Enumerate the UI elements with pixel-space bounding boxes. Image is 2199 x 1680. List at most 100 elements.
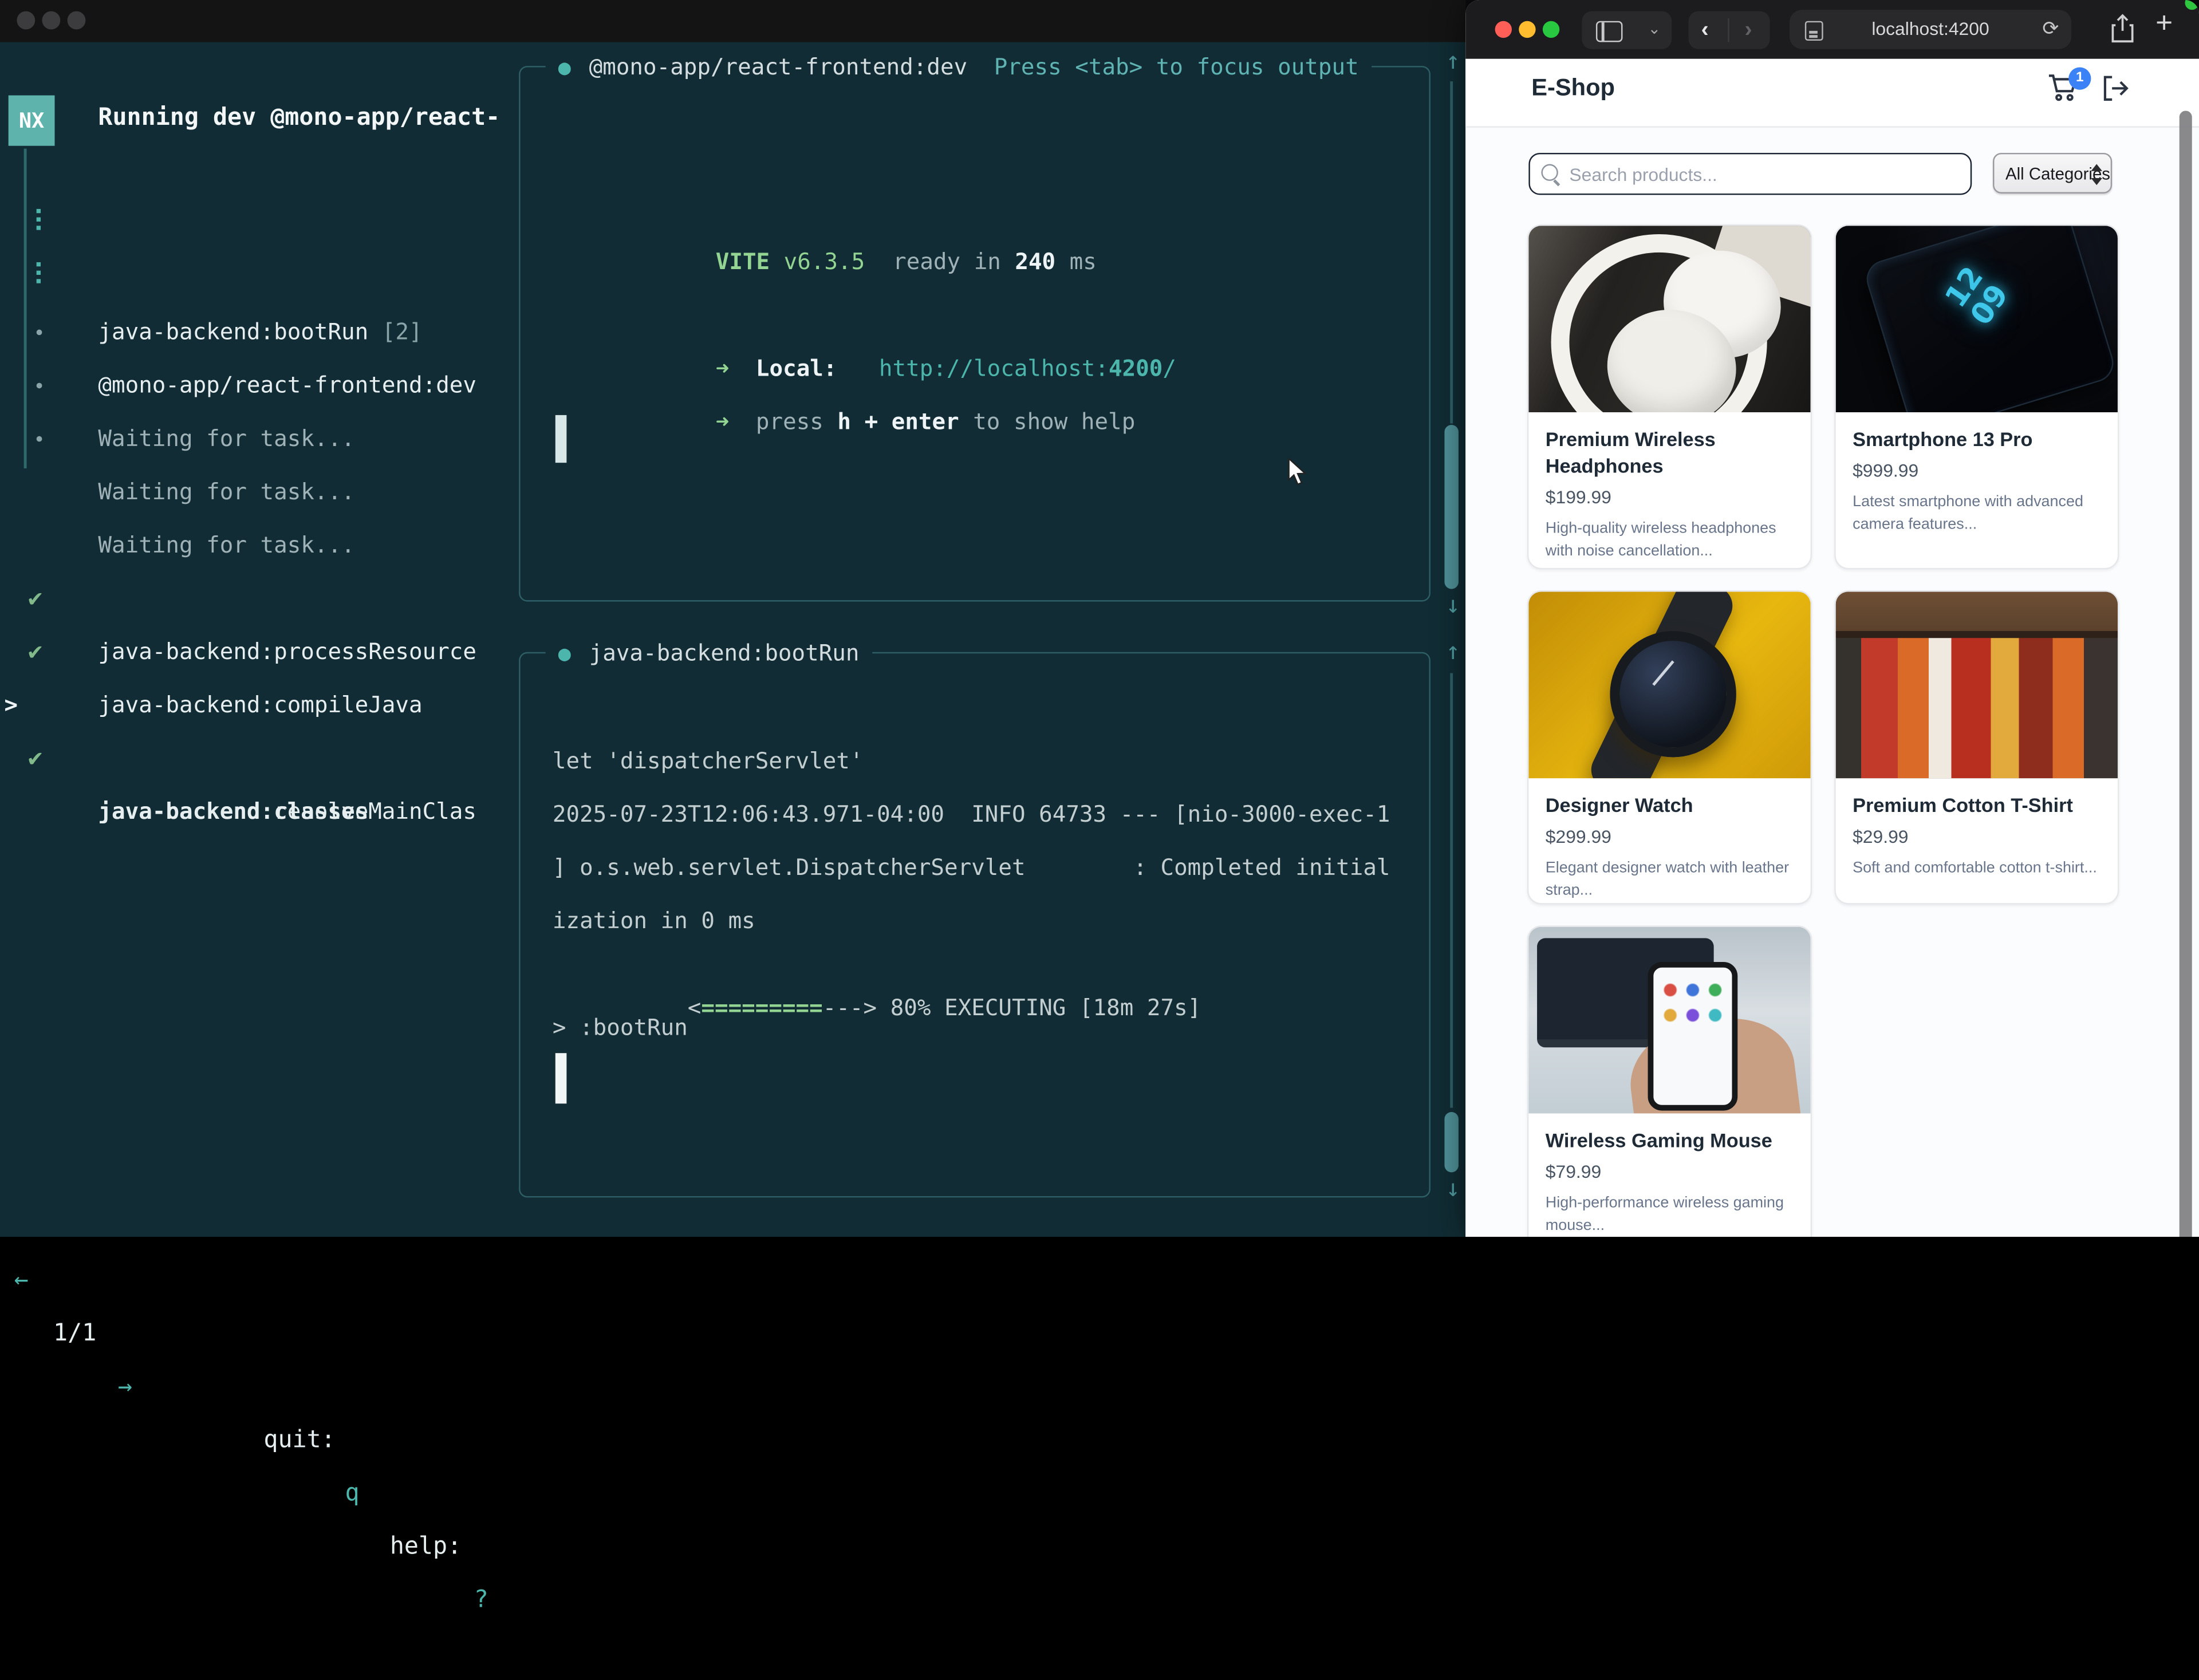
- task-row: Waiting for task...: [0, 306, 108, 359]
- product-price: $199.99: [1546, 486, 1794, 507]
- waiting-marker-icon: [37, 383, 42, 389]
- product-price: $299.99: [1546, 826, 1794, 847]
- logout-icon: [2099, 73, 2130, 104]
- divider: [1728, 18, 1729, 42]
- scrollbar-thumb[interactable]: [1444, 425, 1458, 589]
- scrollbar-track[interactable]: [1450, 81, 1453, 424]
- task-status-dot-icon: ●: [558, 635, 571, 672]
- page-scrollbar[interactable]: [2180, 111, 2192, 1237]
- product-image: [1528, 591, 1810, 778]
- waiting-marker-icon: [37, 436, 42, 442]
- vite-ready-line: VITEv6.3.5ready in240ms: [581, 212, 1097, 246]
- local-url-line: ➜Local:http://localhost:4200/: [581, 318, 1176, 352]
- log-line: ization in 0 ms: [553, 905, 755, 938]
- product-description: Elegant designer watch with leather stra…: [1546, 857, 1794, 903]
- task-row: ✔ java-backend:compileJava: [0, 572, 108, 625]
- pager-next-icon[interactable]: →: [118, 1360, 132, 1414]
- quit-key: q: [345, 1467, 359, 1520]
- product-image-shape: [1610, 631, 1736, 757]
- terminal-window[interactable]: NX Running dev @mono-app/react- java-bac…: [0, 0, 1465, 1237]
- quit-label: quit:: [263, 1414, 335, 1467]
- shop-header: E-Shop 1: [1465, 59, 2199, 128]
- task-row: @mono-app/react-frontend:dev: [0, 253, 108, 306]
- help-key: ?: [474, 1573, 488, 1627]
- output-pane-frontend[interactable]: ● @mono-app/react-frontend:dev Press <ta…: [519, 66, 1430, 602]
- back-button[interactable]: ‹: [1701, 11, 1709, 49]
- screen: NX Running dev @mono-app/react- java-bac…: [0, 0, 2199, 1237]
- product-card[interactable]: Designer Watch$299.99Elegant designer wa…: [1527, 590, 1812, 905]
- share-icon[interactable]: [2111, 14, 2135, 43]
- task-name: Waiting for task...: [98, 412, 354, 466]
- address-bar[interactable]: localhost:4200 ⟳: [1790, 10, 2071, 49]
- screen-indicator-dot: [2185, 0, 2199, 10]
- task-row: ✔ java-backend:processResource: [0, 519, 108, 572]
- pane-title: java-backend:bootRun: [589, 635, 860, 672]
- terminal-cursor: [555, 1053, 567, 1103]
- reload-icon[interactable]: ⟳: [2042, 17, 2059, 41]
- gradle-progress-line: <=========---> 80% EXECUTING [18m 27s]: [553, 958, 1201, 992]
- nav-buttons: ‹ ›: [1689, 11, 1770, 49]
- scroll-up-icon[interactable]: ↑: [1439, 637, 1467, 668]
- running-marker-icon: [37, 218, 41, 222]
- search-icon: [1541, 164, 1558, 181]
- task-name: java-backend:compileJava: [98, 679, 422, 732]
- task-badge: [2]: [368, 318, 422, 345]
- task-row: java-backend:bootRun [2]: [0, 199, 108, 253]
- forward-button[interactable]: ›: [1745, 11, 1752, 49]
- product-price: $79.99: [1546, 1161, 1794, 1182]
- browser-window[interactable]: ⌄ ‹ › localhost:4200 ⟳ +: [1465, 0, 2199, 1237]
- product-name: Premium Wireless Headphones: [1546, 426, 1794, 479]
- product-grid: Premium Wireless Headphones$199.99High-q…: [1527, 224, 2119, 1237]
- product-image: [1836, 591, 2118, 778]
- product-image: [1528, 226, 1810, 412]
- fullscreen-button[interactable]: [1543, 21, 1559, 38]
- pane-header: ● @mono-app/react-frontend:dev Press <ta…: [546, 49, 1372, 86]
- pane-title: @mono-app/react-frontend:dev: [589, 49, 968, 86]
- log-line: > :bootRun: [553, 1011, 688, 1045]
- product-card[interactable]: Premium Wireless Headphones$199.99High-q…: [1527, 224, 1812, 569]
- nx-logo: NX: [9, 96, 55, 146]
- scroll-down-icon[interactable]: ↓: [1439, 590, 1467, 621]
- task-name: @mono-app/react-frontend:dev: [98, 372, 476, 399]
- scrollbar-track[interactable]: [1450, 673, 1453, 1108]
- sidebar-icon: [1596, 21, 1623, 42]
- cart-button[interactable]: 1: [2046, 70, 2091, 115]
- product-image-shape: [1836, 638, 2118, 778]
- product-description: Soft and comfortable cotton t-shirt...: [1853, 857, 2101, 880]
- search-input[interactable]: [1528, 153, 1972, 195]
- product-name: Smartphone 13 Pro: [1853, 426, 2101, 452]
- product-info: Premium Cotton T-Shirt$29.99Soft and com…: [1836, 778, 2118, 894]
- task-name: java-backend:processResource: [98, 625, 476, 679]
- new-tab-button[interactable]: +: [2155, 7, 2173, 41]
- product-card[interactable]: 12 09Smartphone 13 Pro$999.99Latest smar…: [1834, 224, 2119, 569]
- close-button[interactable]: [1495, 21, 1512, 38]
- product-description: Latest smartphone with advanced camera f…: [1853, 491, 2101, 537]
- product-info: Designer Watch$299.99Elegant designer wa…: [1528, 778, 1810, 904]
- category-select[interactable]: All Categories: [1993, 153, 2112, 194]
- waiting-marker-icon: [37, 330, 42, 336]
- check-icon: ✔: [28, 732, 42, 785]
- minimize-icon[interactable]: [42, 11, 60, 30]
- product-card[interactable]: Wireless Gaming Mouse $79.99 High-performa…: [1527, 925, 1812, 1237]
- task-label: java-backend:bootRun [2]: [98, 306, 422, 359]
- terminal-titlebar: [0, 0, 1465, 42]
- zoom-icon[interactable]: [68, 11, 86, 30]
- pager-prev-icon[interactable]: ←: [14, 1253, 28, 1307]
- scroll-up-icon[interactable]: ↑: [1439, 46, 1467, 77]
- logout-button[interactable]: [2099, 73, 2130, 104]
- running-marker-icon: [37, 271, 41, 275]
- minimize-button[interactable]: [1519, 21, 1535, 38]
- scroll-down-icon[interactable]: ↓: [1439, 1174, 1467, 1205]
- cart-badge: 1: [2068, 68, 2091, 90]
- terminal-run-title: Running dev @mono-app/react-: [98, 104, 500, 132]
- product-description: High-performance wireless gaming mouse..…: [1546, 1192, 1794, 1237]
- page-content: E-Shop 1: [1465, 59, 2199, 1237]
- output-pane-bootrun[interactable]: ● java-backend:bootRun let 'dispatcherSe…: [519, 652, 1430, 1198]
- product-name: Wireless Gaming Mouse: [1546, 1127, 1794, 1154]
- sidebar-button[interactable]: ⌄: [1582, 11, 1672, 49]
- product-card[interactable]: Premium Cotton T-Shirt$29.99Soft and com…: [1834, 590, 2119, 905]
- close-icon[interactable]: [17, 11, 35, 30]
- scrollbar-thumb[interactable]: [1444, 1112, 1458, 1172]
- help-label: help:: [390, 1520, 462, 1573]
- task-row: Waiting for task...: [0, 412, 108, 466]
